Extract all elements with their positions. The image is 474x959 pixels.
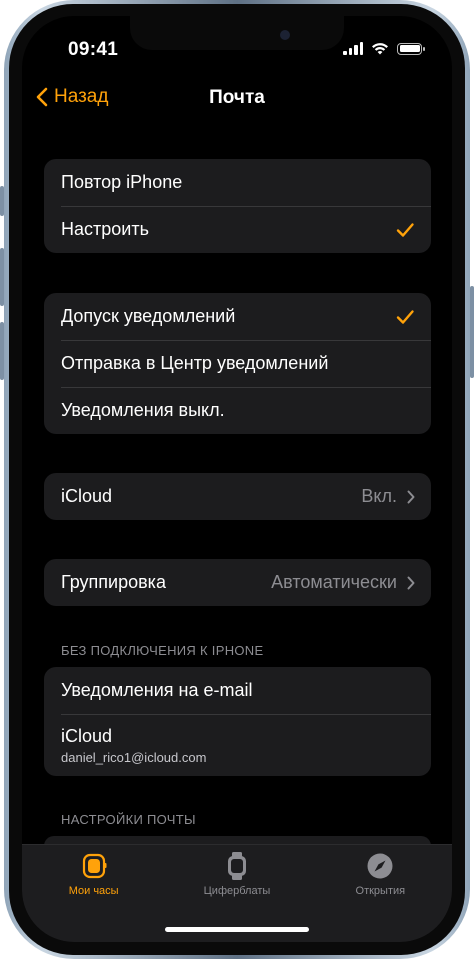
screen: 09:41 Назад Почта Повтор iPhone Настроит…	[22, 16, 452, 942]
icloud-account-email: daniel_rico1@icloud.com	[61, 749, 207, 765]
home-indicator[interactable]	[165, 927, 309, 932]
custom-option[interactable]: Настроить	[44, 206, 431, 253]
checkmark-icon	[396, 222, 414, 237]
notch	[130, 16, 344, 50]
tab-my-watch-label: Мои часы	[68, 885, 119, 897]
silent-switch	[0, 186, 4, 216]
icloud-group: iCloud Вкл.	[44, 473, 431, 520]
chevron-right-icon	[407, 490, 415, 503]
cellular-signal-icon	[343, 42, 363, 55]
offline-icloud-label: iCloud	[61, 725, 113, 746]
grouping-label: Группировка	[61, 572, 166, 592]
send-to-notification-center-option[interactable]: Отправка в Центр уведомлений	[44, 340, 431, 387]
offline-icloud-row[interactable]: iCloud daniel_rico1@icloud.com	[44, 714, 431, 776]
icloud-row[interactable]: iCloud Вкл.	[44, 473, 431, 520]
notifications-off-option[interactable]: Уведомления выкл.	[44, 387, 431, 434]
watch-icon	[81, 851, 107, 881]
icloud-label: iCloud	[61, 486, 113, 506]
mirror-iphone-label: Повтор iPhone	[61, 172, 183, 192]
mirror-settings-group: Повтор iPhone Настроить	[44, 159, 431, 253]
alerts-settings-group: Допуск уведомлений Отправка в Центр увед…	[44, 293, 431, 434]
icloud-value: Вкл.	[361, 486, 397, 506]
allow-notifications-label: Допуск уведомлений	[61, 306, 236, 326]
checkmark-icon	[396, 309, 414, 324]
compass-icon	[366, 851, 394, 881]
page-title: Почта	[209, 87, 265, 108]
watch-faces-icon	[226, 851, 248, 881]
notifications-off-label: Уведомления выкл.	[61, 400, 225, 420]
power-button	[470, 286, 474, 378]
tab-discover[interactable]: Открытия	[320, 851, 440, 942]
tab-discover-label: Открытия	[355, 885, 406, 897]
grouping-value: Автоматически	[271, 572, 397, 592]
custom-label: Настроить	[61, 219, 149, 239]
volume-up-button	[0, 248, 4, 306]
status-icons	[343, 42, 425, 55]
chevron-right-icon	[407, 576, 415, 589]
tab-watch-faces-label: Циферблаты	[203, 885, 271, 897]
email-notifications-label: Уведомления на e-mail	[61, 680, 253, 700]
grouping-row[interactable]: Группировка Автоматически	[44, 559, 431, 606]
allow-notifications-option[interactable]: Допуск уведомлений	[44, 293, 431, 340]
wifi-icon	[372, 43, 388, 55]
offline-settings-group: Уведомления на e-mail iCloud daniel_rico…	[44, 667, 431, 776]
battery-icon	[397, 42, 425, 55]
status-time: 09:41	[68, 39, 119, 60]
email-notifications-row[interactable]: Уведомления на e-mail	[44, 667, 431, 714]
tab-my-watch[interactable]: Мои часы	[34, 851, 154, 942]
mirror-iphone-option[interactable]: Повтор iPhone	[44, 159, 431, 206]
front-camera-icon	[280, 30, 290, 40]
grouping-group: Группировка Автоматически	[44, 559, 431, 606]
send-to-notification-center-label: Отправка в Центр уведомлений	[61, 353, 329, 373]
offline-section-header: БЕЗ ПОДКЛЮЧЕНИЯ К IPHONE	[61, 643, 264, 658]
mail-settings-section-header: НАСТРОЙКИ ПОЧТЫ	[61, 812, 196, 827]
volume-down-button	[0, 322, 4, 380]
